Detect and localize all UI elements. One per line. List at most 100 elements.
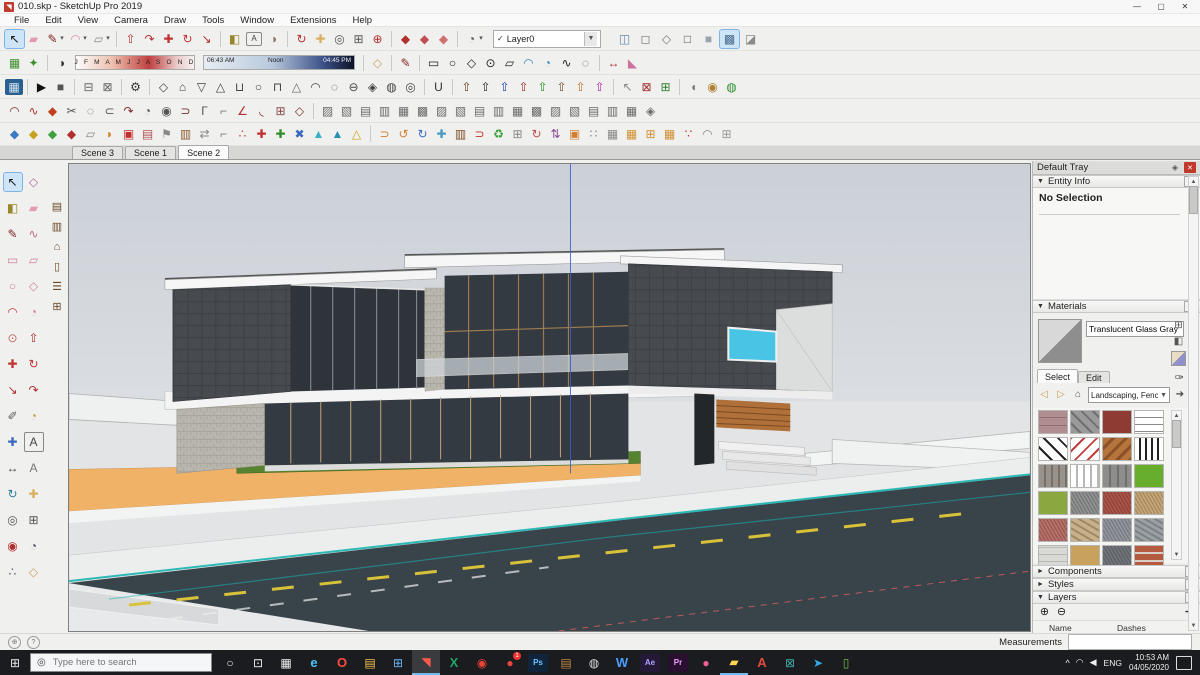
follow-me-tool-icon[interactable]: ↷ — [140, 30, 159, 48]
bit-tool-5-icon[interactable]: ▦ — [394, 102, 413, 120]
hidden-line-style-icon[interactable]: □ — [678, 30, 697, 48]
winrar-icon[interactable]: ▤ — [552, 650, 580, 675]
curve-tool-16-icon[interactable]: ◇ — [290, 102, 309, 120]
tray-close-button[interactable]: ✕ — [1184, 162, 1196, 173]
library-stairs-icon[interactable]: ☰ — [49, 279, 65, 295]
path-dots-icon[interactable]: ∴ — [233, 125, 252, 143]
x-blue-icon[interactable]: ✖ — [290, 125, 309, 143]
select-tool-icon[interactable]: ↖ — [4, 28, 25, 49]
swatch-grass-bright[interactable] — [1134, 464, 1164, 488]
swatch-gravel-tan[interactable] — [1134, 491, 1164, 515]
curve-tool-4-icon[interactable]: ✂ — [62, 102, 81, 120]
swirl-app-icon[interactable]: ◍ — [580, 650, 608, 675]
protractor-icon[interactable]: ◔ — [25, 407, 43, 425]
move-tool-icon[interactable]: ✚ — [159, 30, 178, 48]
back-arrow-icon[interactable]: ◁ — [1037, 389, 1051, 402]
bit-tool-17-icon[interactable]: ▦ — [622, 102, 641, 120]
bit-tool-12-icon[interactable]: ▩ — [527, 102, 546, 120]
recycle-icon[interactable]: ♻ — [489, 125, 508, 143]
curve-tool-11-icon[interactable]: Γ — [195, 102, 214, 120]
back-edges-style-icon[interactable]: ◻ — [636, 30, 655, 48]
chat-app-icon[interactable]: ● 1 — [496, 650, 524, 675]
fog-icon[interactable]: ◑ — [264, 30, 283, 48]
contours-pencil-icon[interactable]: ✎ — [396, 54, 415, 72]
zoom-window-icon[interactable]: ⊞ — [349, 30, 368, 48]
add-layer-icon[interactable]: ⊕ — [1038, 606, 1051, 619]
curve-tool-14-icon[interactable]: ◟ — [252, 102, 271, 120]
walk-tool-icon[interactable]: ∴ — [4, 563, 22, 581]
bit-tool-10-icon[interactable]: ▥ — [489, 102, 508, 120]
plus-red-icon[interactable]: ✚ — [252, 125, 271, 143]
entity-info-header[interactable]: ▼ Entity Info ✕ — [1033, 175, 1200, 188]
swatch-gravel-red[interactable] — [1102, 491, 1132, 515]
swatch-lattice-red[interactable] — [1070, 437, 1100, 461]
layers-header[interactable]: ▼ Layers ✕ — [1033, 591, 1200, 604]
library-column-icon[interactable]: ▯ — [49, 259, 65, 275]
close-button[interactable]: ✕ — [1174, 1, 1196, 13]
extrude-r-icon[interactable]: ⇧ — [514, 78, 533, 96]
warning-triangle-icon[interactable]: △ — [347, 125, 366, 143]
default-material-swatch[interactable] — [1171, 351, 1186, 366]
circle-tool-icon[interactable]: ○ — [4, 277, 22, 295]
styles-header[interactable]: ► Styles ✕ — [1033, 578, 1200, 591]
bit-tool-3-icon[interactable]: ▤ — [356, 102, 375, 120]
zoom-tool-icon[interactable]: ◎ — [4, 511, 22, 529]
add-location-icon[interactable]: ▦ — [5, 54, 24, 72]
menu-extensions[interactable]: Extensions — [282, 15, 344, 26]
push-pull-tool-icon[interactable]: ⇧ — [121, 30, 140, 48]
export-image-icon[interactable]: ◆ — [434, 30, 453, 48]
tab-select[interactable]: Select — [1037, 369, 1079, 383]
section-plane-icon[interactable]: ◇ — [368, 54, 387, 72]
arc-dropdown-caret-icon[interactable]: ▾ — [81, 30, 89, 48]
task-view-icon[interactable]: ⊡ — [244, 650, 272, 675]
offset-tool-icon[interactable]: ⊙ — [4, 329, 22, 347]
measurements-input[interactable] — [1068, 634, 1192, 650]
solid-cone-icon[interactable]: △ — [287, 78, 306, 96]
curve-tool-1-icon[interactable]: ◠ — [5, 102, 24, 120]
flag-icon[interactable]: ⚑ — [157, 125, 176, 143]
rotate-box-icon[interactable]: ↻ — [527, 125, 546, 143]
menu-view[interactable]: View — [70, 15, 106, 26]
solid-prism-icon[interactable]: ⌂ — [173, 78, 192, 96]
library-book-icon[interactable]: ▥ — [49, 219, 65, 235]
curve-tool-5-icon[interactable]: ◌ — [81, 102, 100, 120]
bit-tool-8-icon[interactable]: ▧ — [451, 102, 470, 120]
column-name[interactable]: Name — [1033, 623, 1117, 633]
solid-pyramid-icon[interactable]: △ — [211, 78, 230, 96]
u-profile-icon[interactable]: U — [429, 78, 448, 96]
home-icon[interactable]: ⌂ — [1071, 389, 1085, 402]
draw-polygon-icon[interactable]: ◇ — [462, 54, 481, 72]
shaded-style-icon[interactable]: ■ — [699, 30, 718, 48]
3dsmax-icon[interactable]: ⊠ — [776, 650, 804, 675]
layer-red-icon[interactable]: ◆ — [62, 125, 81, 143]
hidden-icons-chevron[interactable]: ^ — [1066, 658, 1070, 668]
person-dropdown-caret-icon[interactable]: ▾ — [477, 30, 485, 48]
library-window-icon[interactable]: ⊞ — [49, 299, 65, 315]
grid-small-icon[interactable]: ⊞ — [717, 125, 736, 143]
autocad-icon[interactable]: A — [748, 650, 776, 675]
push-pull-tool-icon[interactable]: ⇧ — [25, 329, 43, 347]
draw-circle-icon[interactable]: ○ — [443, 54, 462, 72]
pan-tool-icon[interactable]: ✚ — [25, 485, 43, 503]
swatches-scrollbar[interactable]: ▲ ▼ — [1171, 410, 1182, 560]
scene-tab-2[interactable]: Scene 2 — [178, 145, 230, 159]
telegram-icon[interactable]: ➤ — [804, 650, 832, 675]
extrude-black-icon[interactable]: ⇧ — [476, 78, 495, 96]
lumion-livesync-icon[interactable]: ▦ — [5, 78, 23, 95]
curve-tool-7-icon[interactable]: ↷ — [119, 102, 138, 120]
draw-freehand-icon[interactable]: ∿ — [557, 54, 576, 72]
swatch-pavers-gray[interactable] — [1070, 410, 1100, 434]
crate-icon[interactable]: ▥ — [451, 125, 470, 143]
minimize-button[interactable]: — — [1126, 1, 1148, 13]
draw-ellipse-icon[interactable]: ⊙ — [481, 54, 500, 72]
solid-tub-icon[interactable]: ⊔ — [230, 78, 249, 96]
soften-eraser-icon[interactable]: ◣ — [623, 54, 642, 72]
calculator-icon[interactable]: ▦ — [272, 650, 300, 675]
remove-layer-icon[interactable]: ⊖ — [1055, 606, 1068, 619]
photoshop-icon[interactable]: Ps — [528, 653, 548, 672]
zoom-extents-icon[interactable]: ⊕ — [368, 30, 387, 48]
help-icon[interactable]: ? — [27, 635, 40, 649]
scroll-down-icon[interactable]: ▼ — [1191, 621, 1197, 630]
scale-tool-icon[interactable]: ↘ — [197, 30, 216, 48]
table-icon[interactable]: ▤ — [138, 125, 157, 143]
